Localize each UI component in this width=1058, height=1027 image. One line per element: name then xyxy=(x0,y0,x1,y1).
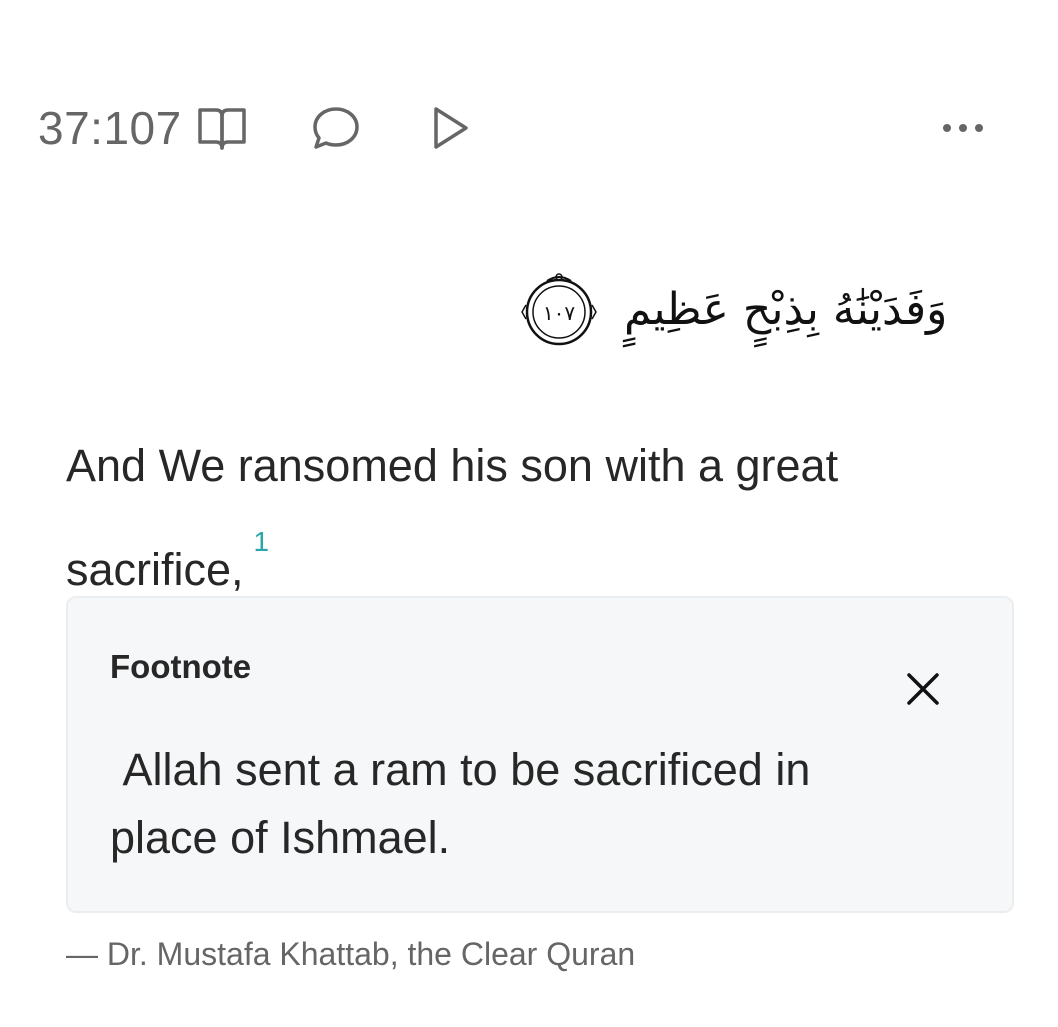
verse-key-link[interactable]: 37:107 xyxy=(38,101,182,155)
translation-text: And We ransomed his son with a great sac… xyxy=(66,440,839,595)
footnote-reference[interactable]: 1 xyxy=(254,526,270,557)
translation-attribution: — Dr. Mustafa Khattab, the Clear Quran xyxy=(66,936,636,972)
footnote-panel: Footnote Allah sent a ram to be sacrific… xyxy=(66,596,1014,913)
comment-icon[interactable] xyxy=(308,100,364,156)
ayah-number: ١٠٧ xyxy=(543,301,575,325)
verse-toolbar: 37:107 xyxy=(38,98,988,158)
play-icon[interactable] xyxy=(422,100,478,156)
ayah-end-marker: ١٠٧ xyxy=(520,271,598,349)
footnote-text: Allah sent a ram to be sacrificed in pla… xyxy=(110,744,823,863)
footnote-title: Footnote xyxy=(110,648,252,685)
close-icon[interactable] xyxy=(898,664,948,714)
arabic-verse-text[interactable]: وَفَدَيْنَٰهُ بِذِبْحٍ عَظِيمٍ xyxy=(624,288,947,332)
verse-page: 37:107 وَفَدَيْنَٰهُ بِذِبْحٍ عَظِيمٍ ١٠… xyxy=(0,0,1058,1027)
book-icon[interactable] xyxy=(194,100,250,156)
more-icon[interactable] xyxy=(938,100,988,156)
translation: And We ransomed his son with a great sac… xyxy=(66,428,966,608)
arabic-verse: وَفَدَيْنَٰهُ بِذِبْحٍ عَظِيمٍ ١٠٧ xyxy=(520,260,1010,360)
